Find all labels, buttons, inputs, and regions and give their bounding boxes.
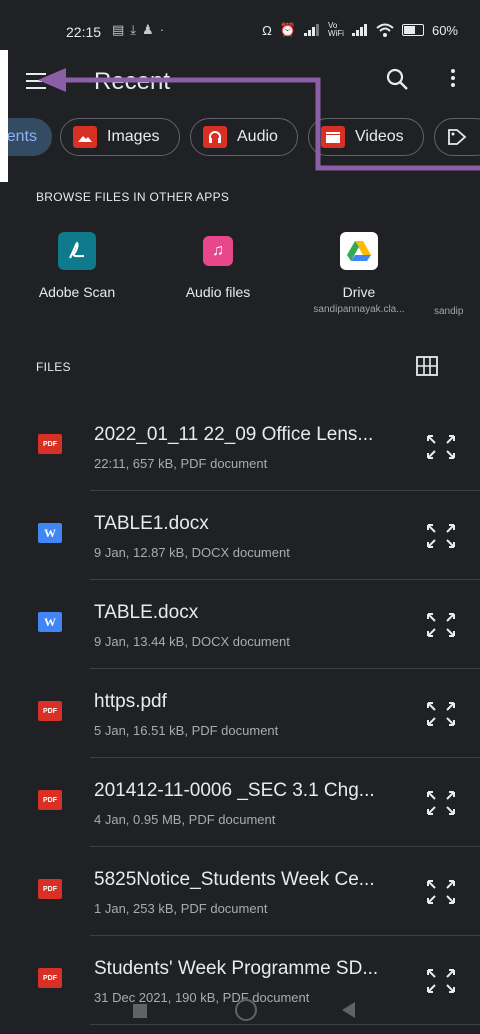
pdf-file-icon: PDF <box>38 968 62 988</box>
search-icon[interactable] <box>384 66 412 94</box>
expand-icon[interactable] <box>424 610 458 640</box>
app-bar: Recent <box>0 56 480 108</box>
battery-icon <box>401 24 424 36</box>
chip-tags[interactable] <box>434 118 480 156</box>
download-icon: ⤓ <box>130 22 143 37</box>
file-name: 2022_01_11 22_09 Office Lens... <box>94 424 374 445</box>
files-header: FILES <box>36 360 71 374</box>
file-name: Students' Week Programme SD... <box>94 958 379 979</box>
alarm-icon: ⏰ <box>279 22 296 37</box>
back-nav-icon[interactable] <box>342 1002 355 1018</box>
status-left-icons: ▤⤓♟· <box>112 22 170 38</box>
expand-icon[interactable] <box>424 521 458 551</box>
adobe-scan-icon <box>58 232 96 270</box>
file-meta: 1 Jan, 253 kB, PDF document <box>94 901 268 916</box>
pdf-file-icon: PDF <box>38 701 62 721</box>
file-list: PDF 2022_01_11 22_09 Office Lens... 22:11,… <box>0 402 480 1025</box>
file-row[interactable]: PDF 2022_01_11 22_09 Office Lens... 22:11,… <box>0 402 480 491</box>
file-row[interactable]: PDF 201412-11-0006 _SEC 3.1 Chg... 4 Jan, … <box>0 758 480 847</box>
expand-icon[interactable] <box>424 966 458 996</box>
file-name: TABLE1.docx <box>94 513 209 534</box>
app-name: Adobe Scan <box>38 284 116 300</box>
dot-icon: · <box>159 22 171 37</box>
other-apps-row: Adobe Scan ♫ Audio files Drive sandipann… <box>0 232 480 332</box>
headphones-icon: Ω <box>262 22 272 38</box>
tag-icon <box>445 126 469 148</box>
notification-icon: ♟ <box>142 22 160 37</box>
file-meta: 4 Jan, 0.95 MB, PDF document <box>94 812 276 827</box>
file-row[interactable]: W TABLE.docx 9 Jan, 13.44 kB, DOCX documen… <box>0 580 480 669</box>
pdf-file-icon: PDF <box>38 434 62 454</box>
expand-icon[interactable] <box>424 788 458 818</box>
pdf-file-icon: PDF <box>38 879 62 899</box>
file-row[interactable]: W TABLE1.docx 9 Jan, 12.87 kB, DOCX docume… <box>0 491 480 580</box>
app-audio-files[interactable]: ♫ Audio files <box>153 232 283 304</box>
status-bar: 22:15 ▤⤓♟· Ω ⏰ Vo WiFi 60% <box>0 0 480 60</box>
chip-images[interactable]: Images <box>60 118 180 156</box>
clapperboard-icon <box>321 126 345 148</box>
wifi-icon <box>376 23 394 37</box>
page-title: Recent <box>94 68 171 95</box>
expand-icon[interactable] <box>424 432 458 462</box>
chip-label: Videos <box>355 128 404 145</box>
expand-icon[interactable] <box>424 877 458 907</box>
home-nav-icon[interactable] <box>235 999 257 1021</box>
status-right: Ω ⏰ Vo WiFi 60% <box>262 22 458 38</box>
signal-icon-2 <box>351 24 367 36</box>
app-adobe-scan[interactable]: Adobe Scan <box>12 232 142 304</box>
google-drive-icon <box>340 232 378 270</box>
music-note-icon: ♫ <box>203 236 233 266</box>
message-icon: ▤ <box>112 22 131 37</box>
chip-label: Images <box>107 128 160 145</box>
vowifi-icon: Vo WiFi <box>327 21 344 38</box>
app-name: Drive <box>342 284 376 300</box>
more-vert-icon[interactable] <box>444 66 462 94</box>
app-partial[interactable]: sandip <box>434 232 480 317</box>
headphones-icon <box>203 126 227 148</box>
chip-videos[interactable]: Videos <box>308 118 424 156</box>
status-time: 22:15 <box>66 24 102 40</box>
app-sub: sandipannayak.cla... <box>313 304 405 315</box>
file-meta: 9 Jan, 13.44 kB, DOCX document <box>94 634 290 649</box>
file-meta: 22:11, 657 kB, PDF document <box>94 456 268 471</box>
browse-header: BROWSE FILES IN OTHER APPS <box>36 190 230 204</box>
file-row[interactable]: PDF https.pdf 5 Jan, 16.51 kB, PDF documen… <box>0 669 480 758</box>
grid-view-icon[interactable] <box>416 356 438 376</box>
word-file-icon: W <box>38 523 62 543</box>
pdf-file-icon: PDF <box>38 790 62 810</box>
system-nav-bar <box>0 996 480 1026</box>
left-edge-marker <box>0 50 8 182</box>
file-name: 201412-11-0006 _SEC 3.1 Chg... <box>94 780 375 801</box>
file-meta: 9 Jan, 12.87 kB, DOCX document <box>94 545 290 560</box>
app-name: Audio files <box>185 284 251 300</box>
file-meta: 5 Jan, 16.51 kB, PDF document <box>94 723 279 738</box>
chip-audio[interactable]: Audio <box>190 118 298 156</box>
battery-level: 60% <box>431 22 458 38</box>
word-file-icon: W <box>38 612 62 632</box>
file-name: https.pdf <box>94 691 167 712</box>
chip-label: ents <box>6 128 37 145</box>
category-chips: ents Images Audio Videos <box>0 118 480 160</box>
app-drive[interactable]: Drive sandipannayak.cla... <box>294 232 424 315</box>
file-row[interactable]: PDF 5825Notice_Students Week Ce... 1 Jan, … <box>0 847 480 936</box>
chip-label: Audio <box>237 128 278 145</box>
file-name: TABLE.docx <box>94 602 199 623</box>
menu-icon[interactable] <box>26 68 54 96</box>
app-sub: sandip <box>434 306 464 317</box>
image-icon <box>73 126 97 148</box>
expand-icon[interactable] <box>424 699 458 729</box>
signal-icon <box>303 24 319 36</box>
recents-nav-icon[interactable] <box>133 1004 147 1018</box>
file-name: 5825Notice_Students Week Ce... <box>94 869 375 890</box>
